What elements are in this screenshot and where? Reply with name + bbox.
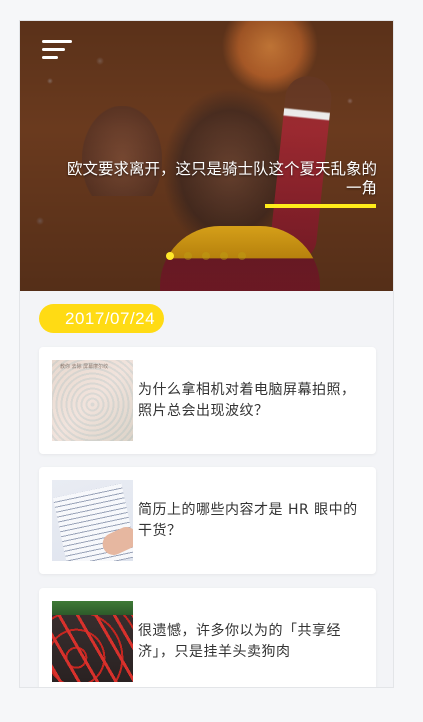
article-thumbnail bbox=[52, 601, 133, 682]
article-card[interactable]: 简历上的哪些内容才是 HR 眼中的干货？ bbox=[39, 467, 376, 574]
article-card[interactable]: 教你 去除 屏幕摩尔纹 为什么拿相机对着电脑屏幕拍照，照片总会出现波纹？ bbox=[39, 347, 376, 454]
carousel-dot-1[interactable] bbox=[166, 252, 174, 260]
hero-title-underline bbox=[265, 204, 376, 208]
app-screen: 欧文要求离开，这只是骑士队这个夏天乱象的一角 2017/07/24 教你 去除 … bbox=[19, 20, 394, 688]
carousel-indicators bbox=[166, 252, 246, 260]
carousel-dot-3[interactable] bbox=[202, 252, 210, 260]
article-thumbnail: 教你 去除 屏幕摩尔纹 bbox=[52, 360, 133, 441]
menu-icon[interactable] bbox=[42, 40, 72, 60]
article-title: 简历上的哪些内容才是 HR 眼中的干货？ bbox=[138, 501, 358, 539]
carousel-dot-4[interactable] bbox=[220, 252, 228, 260]
article-title: 很遗憾，许多你以为的「共享经济」，只是挂羊头卖狗肉 bbox=[138, 622, 341, 660]
hero-image-shade bbox=[20, 21, 393, 291]
date-badge: 2017/07/24 bbox=[39, 304, 165, 333]
article-thumbnail bbox=[52, 480, 133, 561]
article-title: 为什么拿相机对着电脑屏幕拍照，照片总会出现波纹？ bbox=[138, 381, 356, 419]
article-card[interactable]: 很遗憾，许多你以为的「共享经济」，只是挂羊头卖狗肉 bbox=[39, 588, 376, 687]
carousel-dot-2[interactable] bbox=[184, 252, 192, 260]
carousel-dot-5[interactable] bbox=[238, 252, 246, 260]
hero-carousel[interactable]: 欧文要求离开，这只是骑士队这个夏天乱象的一角 bbox=[20, 21, 393, 291]
hero-title[interactable]: 欧文要求离开，这只是骑士队这个夏天乱象的一角 bbox=[57, 160, 377, 198]
